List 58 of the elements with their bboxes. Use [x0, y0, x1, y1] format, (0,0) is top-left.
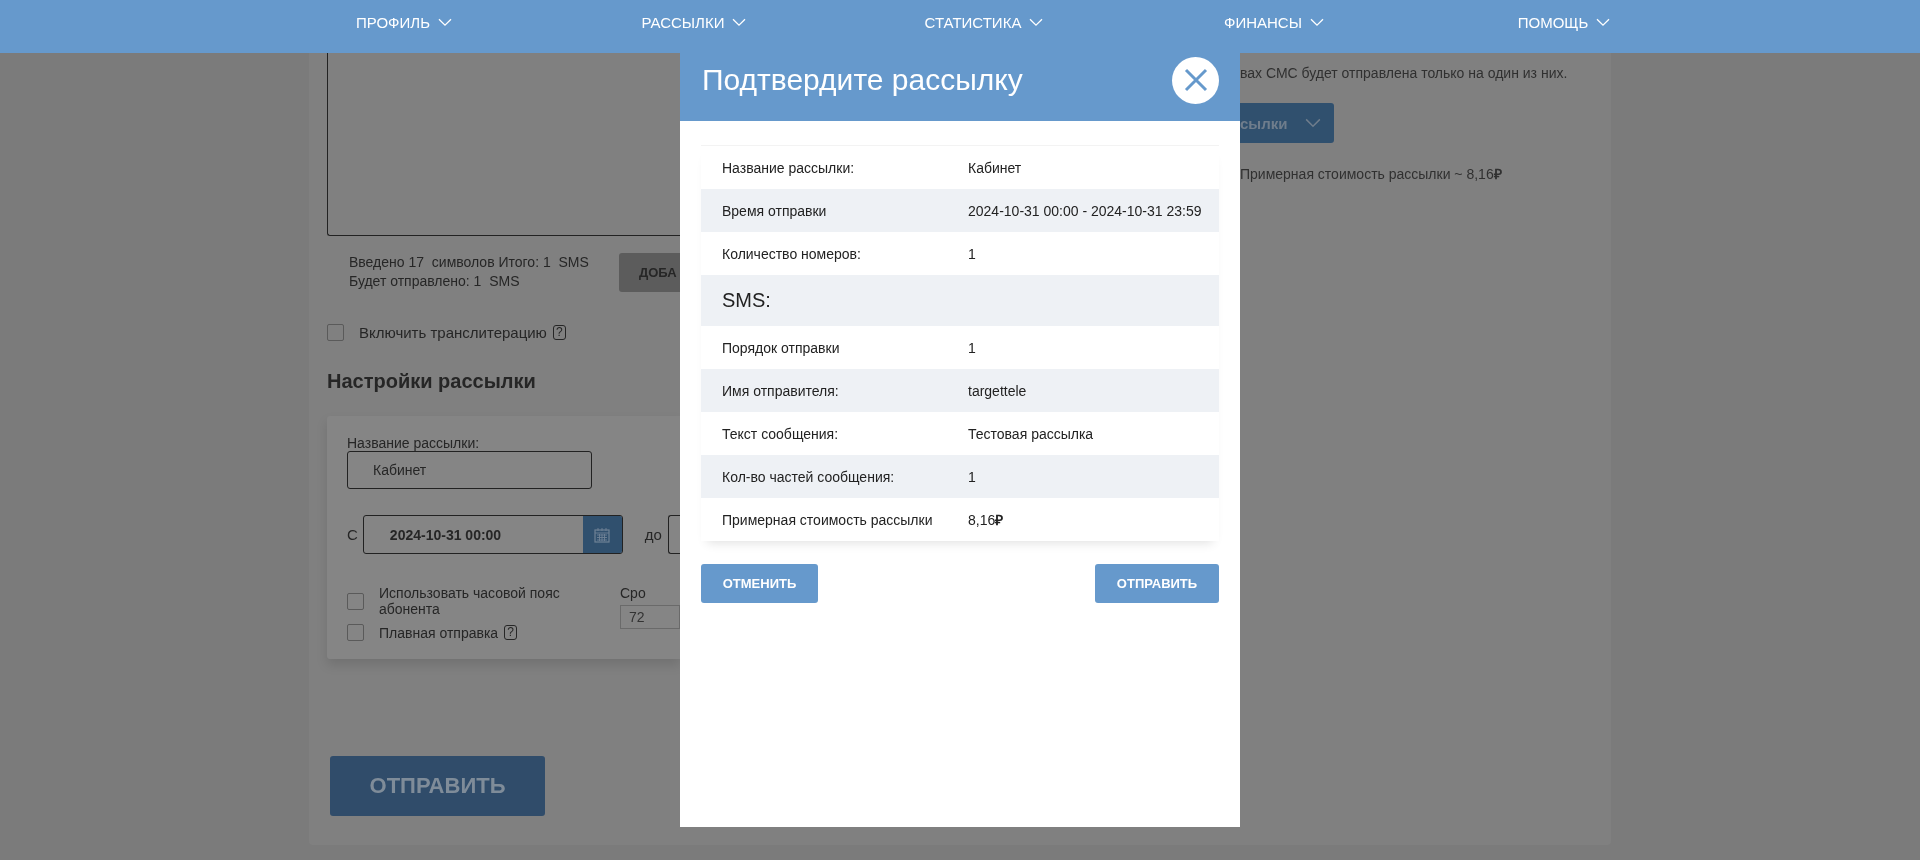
- send-button[interactable]: ОТПРАВИТЬ: [330, 756, 545, 816]
- row-label: Текст сообщения:: [722, 425, 840, 442]
- nav-menu-item[interactable]: ПОМОЩЬ: [1517, 14, 1611, 31]
- row-label: Порядок отправки: [722, 339, 841, 356]
- row-label: Количество номеров:: [722, 245, 862, 262]
- nav-menu-item[interactable]: ПРОФИЛЬ: [356, 14, 452, 31]
- date-input[interactable]: 2024-10-31 00:00: [362, 515, 623, 554]
- row-value: 1: [968, 339, 977, 356]
- field-label: до: [644, 526, 662, 543]
- row-label: Примерная стоимость рассылки: [722, 511, 934, 528]
- mailing-dropdown-button[interactable]: сылки: [1240, 103, 1334, 143]
- chevron-down-icon: [732, 18, 747, 27]
- row-label: Название рассылки:: [722, 159, 856, 176]
- checkbox-label: Использовать часовой пояс абонента: [379, 585, 561, 617]
- close-button[interactable]: [1172, 56, 1219, 104]
- row-value: 1: [968, 468, 977, 485]
- name-input[interactable]: Кабинет: [347, 451, 592, 489]
- row-value: 1: [968, 245, 977, 262]
- nav-menu-item[interactable]: СТАТИСТИКА: [924, 14, 1044, 31]
- counter-text: Будет отправлено: 1 SMS: [349, 272, 521, 291]
- row-label: Время отправки: [722, 202, 828, 219]
- notice-text: вах СМС будет отправлена только на один из них.: [1240, 65, 1569, 81]
- section-heading: Настройки рассылки: [327, 370, 537, 393]
- estimate-text: Примерная стоимость рассылки ~ 8,16₽: [1240, 165, 1503, 183]
- counter-text: Введено 17 символов Итого: 1 SMS: [349, 253, 589, 272]
- checkbox-label: Включить транслитерацию: [359, 324, 547, 341]
- checkbox[interactable]: [327, 324, 344, 341]
- row-value: 8,16₽: [968, 511, 1005, 529]
- help-icon[interactable]: ?: [504, 625, 517, 640]
- checkbox[interactable]: [347, 592, 364, 610]
- row-value: Тестовая рассылка: [968, 425, 1095, 442]
- cancel-button[interactable]: ОТМЕНИТЬ: [701, 564, 818, 603]
- row-value: Кабинет: [968, 159, 1023, 176]
- nav-menu-item[interactable]: ФИНАНСЫ: [1224, 14, 1324, 31]
- checkbox[interactable]: [347, 624, 364, 641]
- checkbox-label: Плавная отправка: [379, 624, 499, 641]
- row-value: 2024-10-31 00:00 - 2024-10-31 23:59: [968, 202, 1203, 219]
- send-button[interactable]: ОТПРАВИТЬ: [1095, 564, 1219, 603]
- chevron-down-icon: [1310, 18, 1324, 27]
- chevron-down-icon: [1305, 118, 1322, 128]
- section-title: SMS:: [722, 289, 771, 312]
- field-label: Сро: [620, 585, 647, 601]
- calendar-icon: [594, 526, 611, 543]
- row-label: Кол-во частей сообщения:: [722, 468, 896, 485]
- chevron-down-icon: [1596, 18, 1611, 27]
- nav-menu-item[interactable]: РАССЫЛКИ: [641, 14, 747, 31]
- calendar-button[interactable]: [582, 516, 622, 553]
- term-input[interactable]: 72: [620, 605, 680, 629]
- date-value: 2024-10-31 00:00: [388, 526, 503, 543]
- chevron-down-icon: [438, 18, 452, 27]
- chevron-down-icon: [1029, 18, 1044, 27]
- help-icon[interactable]: ?: [552, 325, 566, 340]
- row-label: Имя отправителя:: [722, 382, 840, 399]
- close-icon: [1183, 68, 1208, 92]
- field-label: С: [347, 526, 358, 543]
- row-value: targettele: [968, 382, 1028, 399]
- dialog-title: Подтвердите рассылку: [702, 63, 1023, 97]
- field-label: Название рассылки:: [347, 435, 481, 451]
